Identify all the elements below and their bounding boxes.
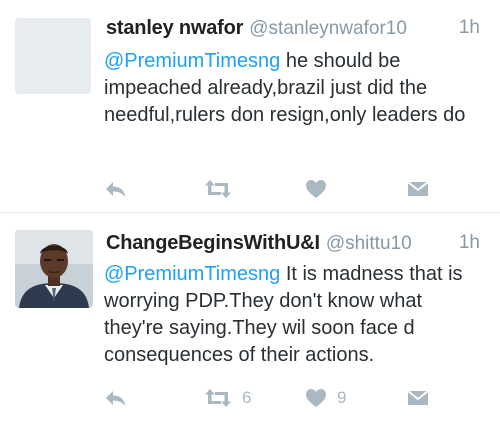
mention-link[interactable]: @PremiumTimesng	[104, 263, 280, 285]
direct-message-icon	[407, 181, 429, 196]
tweet-text: @PremiumTimesng It is madness that is wo…	[104, 261, 484, 369]
like-button[interactable]: 9	[305, 385, 346, 411]
reply-icon	[106, 391, 126, 406]
tweet[interactable]: stanley nwafor @stanleynwafor10 1h @Premi…	[0, 0, 500, 213]
reply-icon	[106, 182, 126, 197]
tweet-time[interactable]: 1h	[459, 17, 480, 39]
reply-button[interactable]	[104, 385, 128, 411]
user-name[interactable]: stanley nwafor	[106, 17, 243, 39]
tweet[interactable]: ChangeBeginsWithU&I @shittu10 1h @Premium…	[0, 213, 500, 425]
like-button[interactable]	[305, 176, 337, 202]
tweet-text: @PremiumTimesng he should be impeached a…	[104, 48, 484, 129]
avatar-photo	[15, 230, 93, 308]
like-count: 9	[337, 388, 347, 407]
retweet-count: 6	[242, 388, 252, 407]
user-name[interactable]: ChangeBeginsWithU&I	[106, 232, 320, 254]
tweet-actions	[0, 176, 500, 202]
direct-message-icon	[407, 390, 429, 405]
retweet-icon	[205, 180, 231, 198]
retweet-button[interactable]: 6	[204, 385, 251, 411]
tweet-header: stanley nwafor @stanleynwafor10 1h	[106, 17, 480, 43]
reply-button[interactable]	[104, 176, 128, 202]
mention-link[interactable]: @PremiumTimesng	[104, 50, 280, 72]
heart-icon	[306, 180, 326, 198]
user-handle[interactable]: @stanleynwafor10	[249, 18, 407, 39]
retweet-icon	[205, 389, 231, 407]
retweet-button[interactable]	[204, 176, 242, 202]
direct-message-button[interactable]	[406, 385, 430, 411]
avatar[interactable]	[15, 230, 93, 308]
heart-icon	[306, 389, 326, 407]
tweet-header: ChangeBeginsWithU&I @shittu10 1h	[106, 232, 480, 258]
avatar[interactable]	[15, 18, 91, 94]
user-handle[interactable]: @shittu10	[326, 233, 412, 254]
direct-message-button[interactable]	[406, 176, 430, 202]
tweet-time[interactable]: 1h	[459, 232, 480, 254]
tweet-actions: 6 9	[0, 385, 500, 411]
